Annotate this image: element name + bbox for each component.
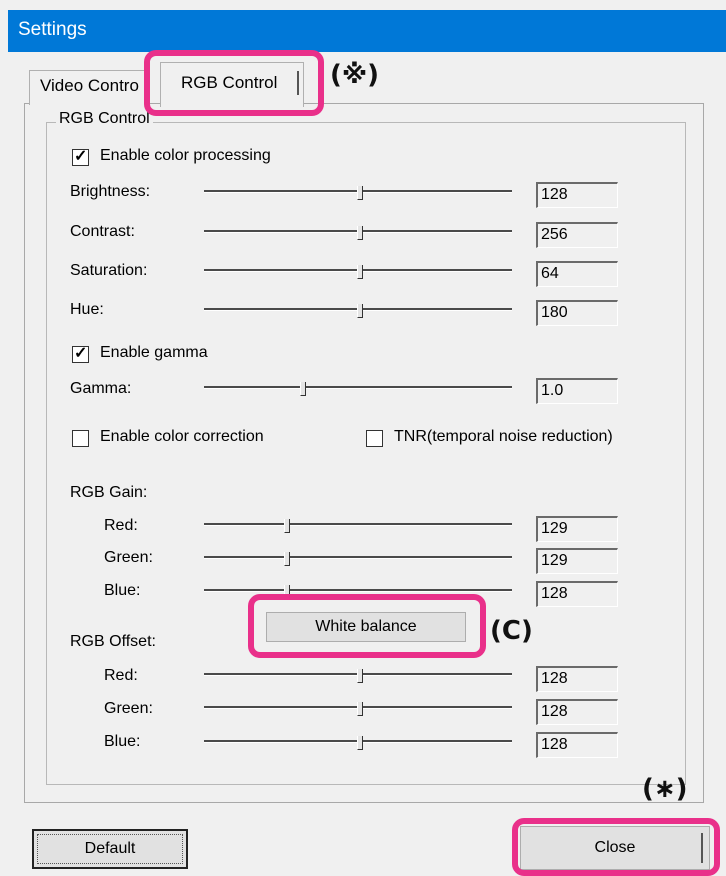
brightness-value[interactable]: 128 bbox=[536, 182, 618, 208]
gain-blue-value[interactable]: 128 bbox=[536, 581, 618, 607]
offset-red-label: Red: bbox=[104, 667, 138, 684]
gamma-slider[interactable] bbox=[204, 386, 512, 389]
contrast-slider-thumb[interactable] bbox=[357, 226, 363, 240]
gamma-slider-thumb[interactable] bbox=[300, 382, 306, 396]
tab-video-control-label: Video Contro bbox=[40, 76, 139, 95]
saturation-value[interactable]: 64 bbox=[536, 261, 618, 287]
offset-red-slider-thumb[interactable] bbox=[357, 669, 363, 683]
offset-green-slider-thumb[interactable] bbox=[357, 702, 363, 716]
enable-color-correction-checkbox[interactable] bbox=[72, 430, 89, 447]
gain-green-slider-thumb[interactable] bbox=[284, 552, 290, 566]
gain-blue-slider[interactable] bbox=[204, 589, 512, 592]
rgb-gain-heading: RGB Gain: bbox=[70, 484, 148, 501]
saturation-slider-thumb[interactable] bbox=[357, 265, 363, 279]
offset-blue-label: Blue: bbox=[104, 733, 141, 750]
title-bar[interactable]: Settings bbox=[8, 10, 726, 52]
tab-annotation-mark: (※) bbox=[330, 60, 380, 90]
white-balance-annotation-mark: (C) bbox=[490, 616, 533, 646]
brightness-slider-thumb[interactable] bbox=[357, 186, 363, 200]
gamma-value[interactable]: 1.0 bbox=[536, 378, 618, 404]
tab-highlight-frame bbox=[144, 50, 324, 116]
gain-green-slider[interactable] bbox=[204, 556, 512, 559]
contrast-value[interactable]: 256 bbox=[536, 222, 618, 248]
close-annotation-mark: (∗) bbox=[642, 774, 688, 804]
hue-slider-thumb[interactable] bbox=[357, 304, 363, 318]
gain-red-slider-thumb[interactable] bbox=[284, 519, 290, 533]
saturation-label: Saturation: bbox=[70, 262, 148, 279]
gain-red-slider[interactable] bbox=[204, 523, 512, 526]
offset-red-value[interactable]: 128 bbox=[536, 666, 618, 692]
gamma-label: Gamma: bbox=[70, 380, 132, 397]
enable-color-correction-label: Enable color correction bbox=[100, 428, 264, 445]
enable-gamma-checkbox[interactable]: ✓ bbox=[72, 345, 89, 363]
enable-color-processing-checkbox[interactable]: ✓ bbox=[72, 148, 89, 166]
offset-blue-value[interactable]: 128 bbox=[536, 732, 618, 758]
gain-red-value[interactable]: 129 bbox=[536, 516, 618, 542]
group-legend: RGB Control bbox=[56, 110, 153, 128]
checkmark-icon: ✓ bbox=[74, 345, 88, 362]
enable-gamma-label: Enable gamma bbox=[100, 344, 208, 361]
tnr-label: TNR(temporal noise reduction) bbox=[394, 428, 613, 445]
hue-value[interactable]: 180 bbox=[536, 300, 618, 326]
contrast-label: Contrast: bbox=[70, 223, 135, 240]
tnr-checkbox[interactable] bbox=[366, 430, 383, 447]
close-highlight-frame bbox=[512, 818, 720, 876]
gain-green-value[interactable]: 129 bbox=[536, 548, 618, 574]
offset-blue-slider-thumb[interactable] bbox=[357, 736, 363, 750]
checkmark-icon: ✓ bbox=[74, 148, 88, 165]
brightness-label: Brightness: bbox=[70, 183, 151, 200]
rgb-offset-heading: RGB Offset: bbox=[70, 633, 156, 650]
settings-window: Settings Video Contro RGB Control RGB Co… bbox=[0, 0, 726, 876]
offset-green-label: Green: bbox=[104, 700, 153, 717]
white-balance-highlight-frame bbox=[248, 594, 486, 658]
gain-blue-label: Blue: bbox=[104, 582, 141, 599]
hue-label: Hue: bbox=[70, 301, 104, 318]
offset-green-value[interactable]: 128 bbox=[536, 699, 618, 725]
tab-video-control[interactable]: Video Contro bbox=[29, 70, 149, 105]
gain-red-label: Red: bbox=[104, 517, 138, 534]
window-title: Settings bbox=[18, 19, 87, 40]
gain-green-label: Green: bbox=[104, 549, 153, 566]
default-button[interactable]: Default bbox=[32, 829, 188, 869]
enable-color-processing-label: Enable color processing bbox=[100, 147, 271, 164]
